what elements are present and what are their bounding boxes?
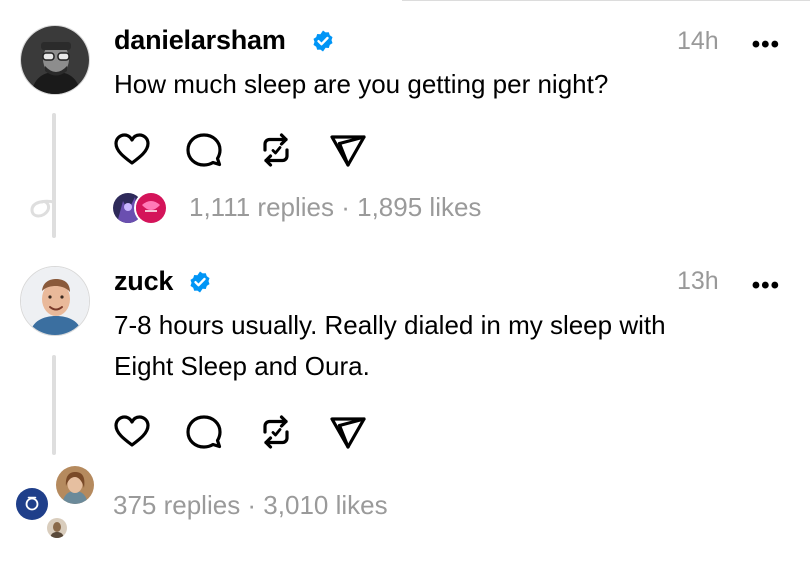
- share-icon[interactable]: [328, 130, 368, 170]
- more-icon[interactable]: •••: [752, 274, 780, 298]
- post-stats[interactable]: 375 replies · 3,010 likes: [113, 490, 388, 521]
- thread-loop-icon: [30, 199, 56, 218]
- heart-icon[interactable]: [112, 412, 152, 452]
- replier-avatar-2: [134, 191, 168, 225]
- post-time: 13h: [677, 267, 719, 295]
- thread-line: [52, 355, 56, 455]
- avatar-zuck[interactable]: [20, 266, 90, 336]
- post-zuck: zuck 13h ••• 7-8 hours usually. Really d…: [0, 250, 810, 568]
- comment-icon[interactable]: [184, 130, 224, 170]
- more-icon[interactable]: •••: [752, 33, 780, 57]
- post-text-line-1: 7-8 hours usually. Really dialed in my s…: [114, 310, 666, 340]
- comment-icon[interactable]: [184, 412, 224, 452]
- replier-avatar-1: [14, 486, 50, 522]
- repost-icon[interactable]: [256, 412, 296, 452]
- replier-avatar-3: [45, 516, 69, 540]
- repost-icon[interactable]: [256, 130, 296, 170]
- post-stats[interactable]: 1,111 replies · 1,895 likes: [189, 192, 481, 223]
- post-text-line-2: Eight Sleep and Oura.: [114, 351, 370, 381]
- action-bar: [112, 130, 372, 170]
- username[interactable]: danielarsham: [114, 25, 286, 56]
- username[interactable]: zuck: [114, 266, 173, 297]
- share-icon[interactable]: [328, 412, 368, 452]
- post-time: 14h: [677, 27, 719, 55]
- post-text: How much sleep are you getting per night…: [114, 69, 609, 99]
- replier-avatar-2: [54, 464, 96, 506]
- avatar-danielarsham[interactable]: [20, 25, 90, 95]
- verified-icon: [190, 271, 210, 293]
- post-danielarsham: danielarsham 14h ••• How much sleep are …: [0, 0, 810, 250]
- verified-icon: [313, 30, 333, 52]
- heart-icon[interactable]: [112, 130, 152, 170]
- action-bar: [112, 412, 372, 452]
